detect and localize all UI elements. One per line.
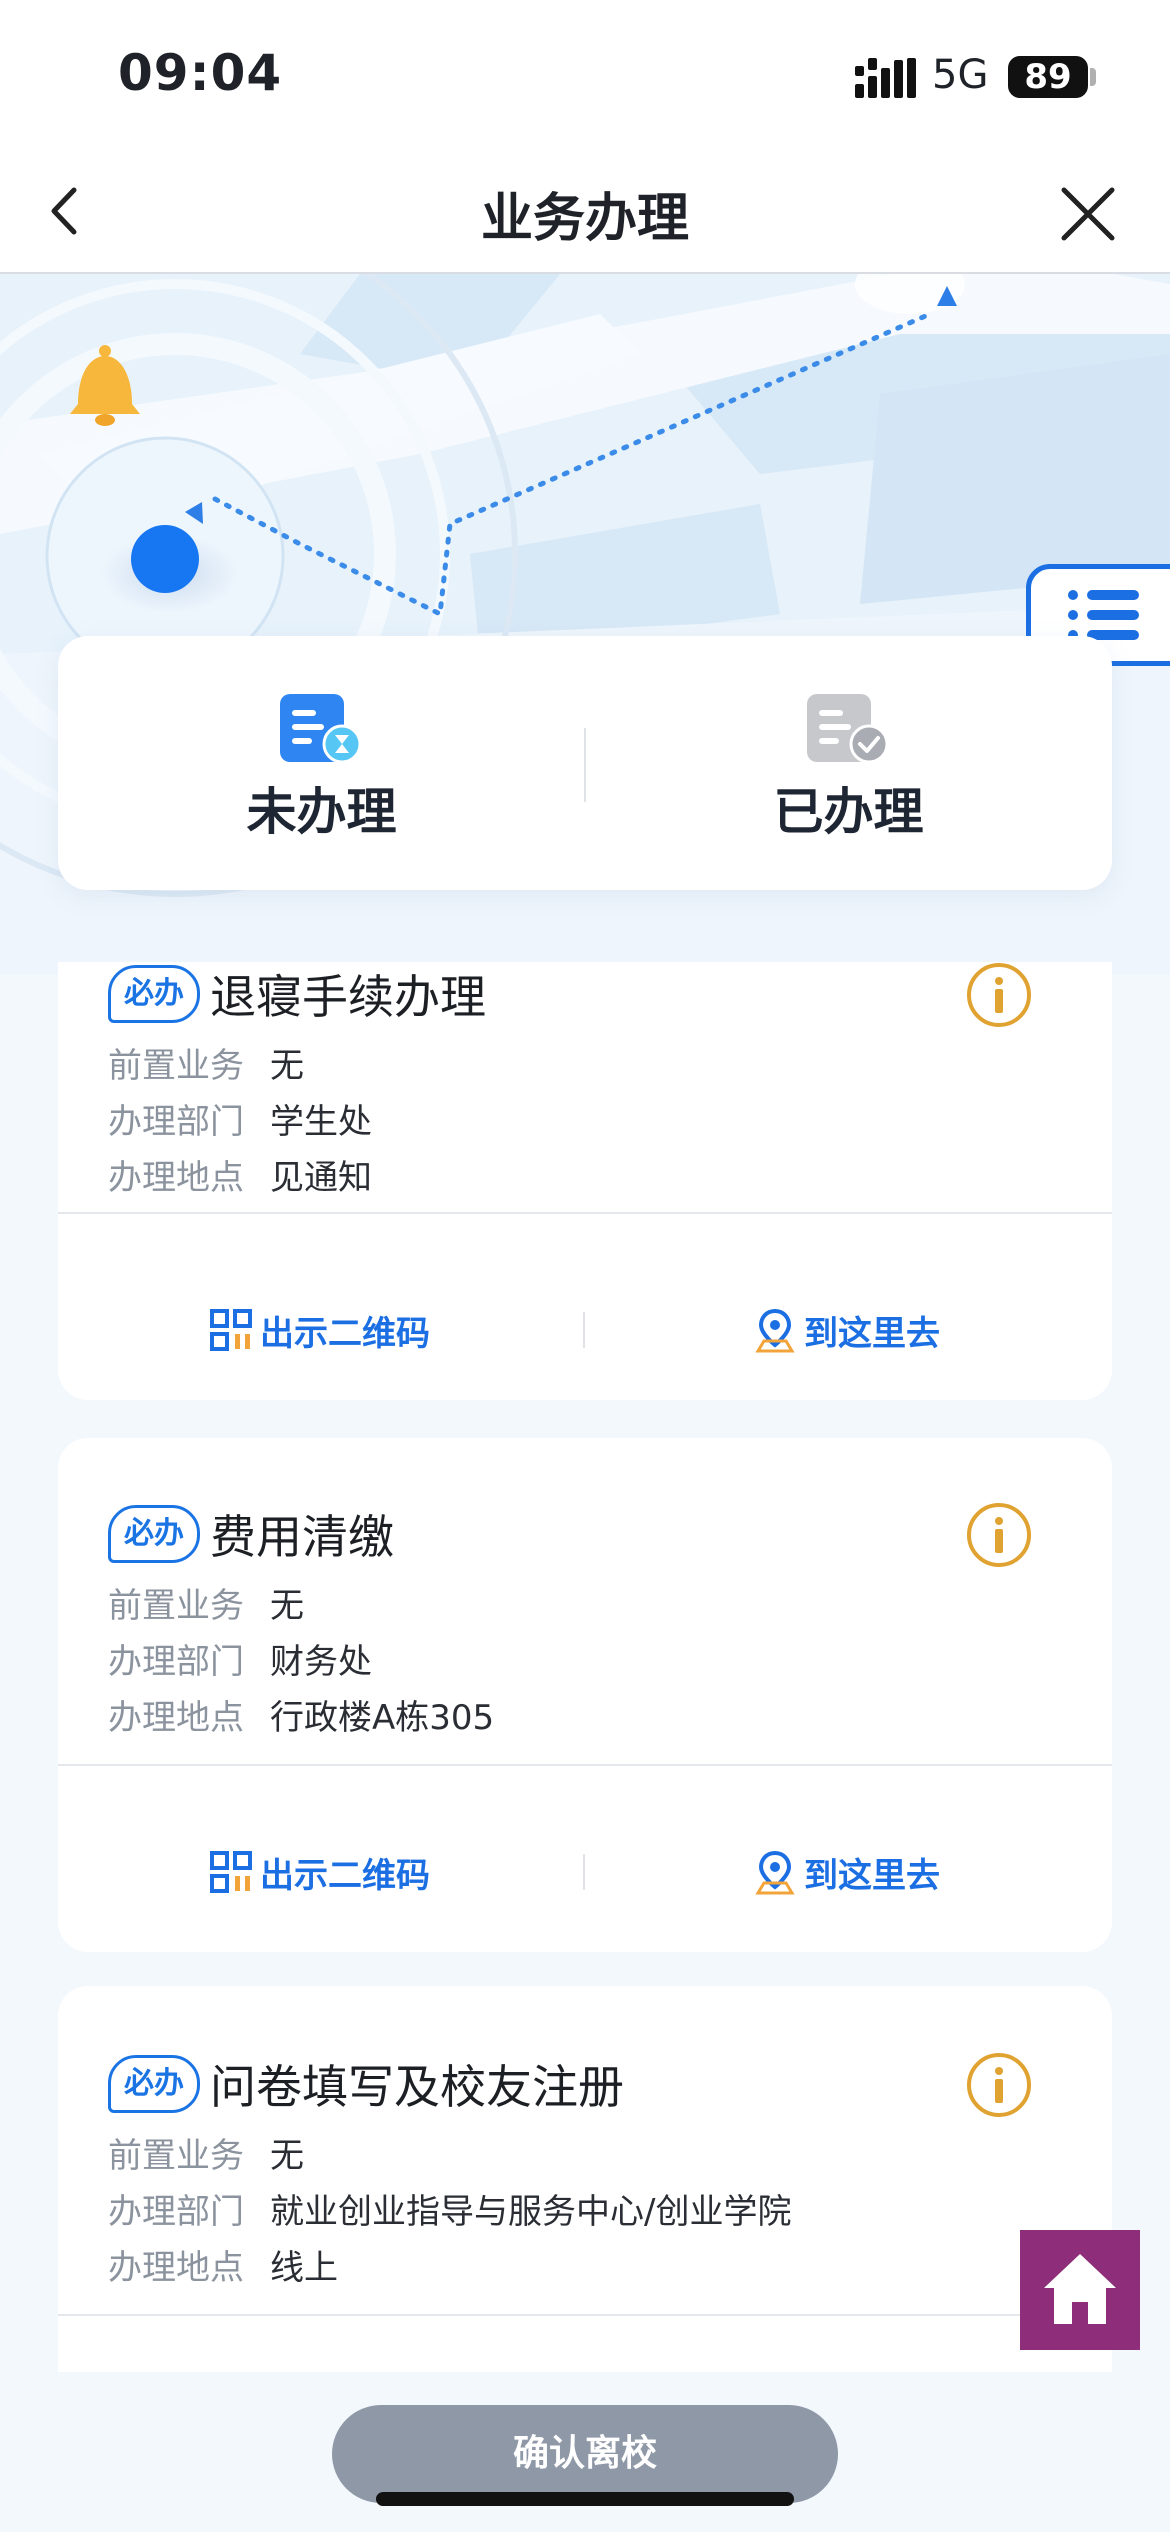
row-prereq: 前置业务无 — [108, 2128, 304, 2178]
navigate-button[interactable]: 到这里去 — [754, 1300, 940, 1360]
card-header: 必办 退寝手续办理 — [108, 964, 486, 1024]
task-card: 必办 问卷填写及校友注册 前置业务无 办理部门 就业创业指导与服务中心/创业学院 … — [58, 1986, 1112, 2372]
row-dept: 办理部门 就业创业指导与服务中心/创业学院 — [108, 2184, 791, 2234]
row-prereq: 前置业务无 — [108, 1038, 304, 1088]
done-doc-icon — [807, 694, 889, 764]
prereq-label: 前置业务 — [108, 2136, 244, 2176]
prereq-value: 无 — [270, 1046, 304, 1086]
prereq-value: 无 — [270, 1586, 304, 1626]
pending-doc-icon — [280, 694, 362, 764]
required-badge: 必办 — [108, 2055, 200, 2113]
navigate-label: 到这里去 — [804, 1855, 940, 1896]
prereq-label: 前置业务 — [108, 1046, 244, 1086]
show-qr-button[interactable]: 出示二维码 — [210, 1300, 430, 1360]
dept-value: 财务处 — [270, 1642, 372, 1682]
card-divider — [58, 1212, 1112, 1214]
navigate-button[interactable]: 到这里去 — [754, 1842, 940, 1902]
home-icon — [1044, 2254, 1116, 2324]
navbar: 业务办理 — [0, 150, 1170, 274]
navigate-label: 到这里去 — [804, 1313, 940, 1354]
network-type: 5G — [932, 52, 989, 98]
location-pin-icon — [755, 1850, 795, 1895]
dept-label: 办理部门 — [108, 1642, 244, 1682]
location-label: 办理地点 — [108, 2248, 244, 2288]
action-divider — [583, 1312, 585, 1348]
location-value: 见通知 — [270, 1158, 372, 1198]
required-badge: 必办 — [108, 1505, 200, 1563]
card-divider — [58, 2314, 1112, 2316]
status-tabs: 未办理 已办理 — [58, 636, 1112, 890]
prereq-label: 前置业务 — [108, 1586, 244, 1626]
confirm-leave-button[interactable]: 确认离校 — [332, 2405, 838, 2503]
row-location: 办理地点 见通知 — [108, 1150, 372, 1200]
tab-pending[interactable]: 未办理 — [58, 636, 585, 890]
row-prereq: 前置业务无 — [108, 1578, 304, 1628]
tab-done-label: 已办理 — [773, 783, 924, 841]
show-qr-button[interactable]: 出示二维码 — [210, 1842, 430, 1902]
task-list[interactable]: 必办 退寝手续办理 前置业务无 办理部门学生处 办理地点见通知 出示二维码 — [0, 962, 1170, 2372]
task-card: 必办 费用清缴 前置业务无 办理部门 财务处 办理地点 行政楼A栋305 出示二维码 — [58, 1438, 1112, 1952]
card-title: 费用清缴 — [210, 1510, 394, 1564]
home-button[interactable] — [1020, 2230, 1140, 2350]
dept-value: 学生处 — [270, 1102, 372, 1142]
qr-code-icon — [210, 1851, 252, 1893]
info-icon[interactable] — [966, 2052, 1032, 2118]
card-divider — [58, 1764, 1112, 1766]
row-dept: 办理部门 学生处 — [108, 1094, 372, 1144]
page-title: 业务办理 — [480, 189, 689, 249]
info-icon[interactable] — [966, 962, 1032, 1028]
row-location: 办理地点 行政楼A栋305 — [108, 1690, 494, 1740]
card-title: 退寝手续办理 — [210, 970, 486, 1024]
info-icon[interactable] — [966, 1502, 1032, 1568]
card-title: 问卷填写及校友注册 — [210, 2060, 624, 2114]
location-label: 办理地点 — [108, 1158, 244, 1198]
close-icon[interactable] — [1050, 176, 1126, 252]
card-header: 必办 问卷填写及校友注册 — [108, 2054, 624, 2114]
show-qr-label: 出示二维码 — [260, 1855, 430, 1896]
dept-label: 办理部门 — [108, 1102, 244, 1142]
battery-tip — [1090, 68, 1096, 86]
status-bar: 09:04 5G 89 — [0, 0, 1170, 150]
prereq-value: 无 — [270, 2136, 304, 2176]
tab-pending-label: 未办理 — [246, 783, 397, 841]
row-dept: 办理部门 财务处 — [108, 1634, 372, 1684]
signal-icon — [855, 58, 916, 98]
row-location: 办理地点 线上 — [108, 2240, 338, 2290]
dept-value: 就业创业指导与服务中心/创业学院 — [270, 2192, 792, 2232]
battery-level: 89 — [1024, 57, 1072, 97]
location-value: 行政楼A栋305 — [270, 1698, 495, 1738]
location-label: 办理地点 — [108, 1698, 244, 1738]
dept-label: 办理部门 — [108, 2192, 244, 2232]
location-pin-icon — [755, 1308, 795, 1353]
show-qr-label: 出示二维码 — [260, 1313, 430, 1354]
required-badge: 必办 — [108, 965, 200, 1023]
tab-done[interactable]: 已办理 — [585, 636, 1112, 890]
location-value: 线上 — [270, 2248, 338, 2288]
home-indicator — [376, 2492, 794, 2506]
qr-code-icon — [210, 1309, 252, 1351]
card-header: 必办 费用清缴 — [108, 1504, 394, 1564]
action-divider — [583, 1854, 585, 1890]
battery-icon: 89 — [1008, 56, 1088, 98]
task-card: 必办 退寝手续办理 前置业务无 办理部门学生处 办理地点见通知 出示二维码 — [58, 962, 1112, 1400]
status-time: 09:04 — [118, 44, 283, 102]
